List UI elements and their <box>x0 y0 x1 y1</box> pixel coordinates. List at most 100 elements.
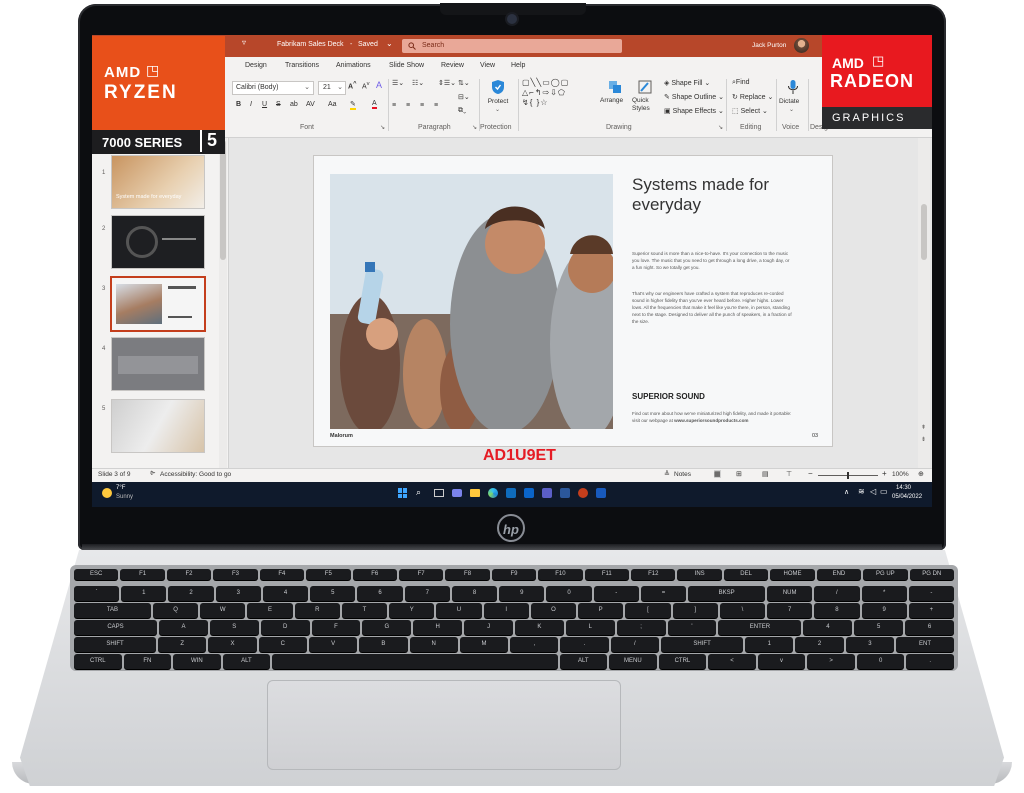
align-left-icon[interactable]: ≡ <box>392 102 396 109</box>
slide-title[interactable]: Systems made for everyday <box>632 175 792 215</box>
numbering-icon[interactable]: ☷⌄ <box>412 79 424 87</box>
avatar[interactable] <box>794 38 809 53</box>
tab-slide-show[interactable]: Slide Show <box>389 57 424 75</box>
accessibility-icon[interactable]: ⌱ <box>150 470 155 478</box>
font-name-select[interactable]: Calibri (Body) ⌄ <box>232 81 314 95</box>
smartart-icon[interactable]: ⧉⌄ <box>458 107 466 115</box>
key[interactable]: 1 <box>121 586 167 601</box>
key[interactable]: T <box>341 603 388 618</box>
tab-animations[interactable]: Animations <box>336 57 371 75</box>
key[interactable]: SHIFT <box>74 637 157 652</box>
key[interactable]: MENU <box>609 654 657 669</box>
teams-chat-icon[interactable] <box>452 489 462 497</box>
battery-icon[interactable]: ▭ <box>880 487 888 496</box>
store-icon[interactable] <box>506 488 516 498</box>
replace-button[interactable]: ↻ Replace ⌄ <box>732 93 773 101</box>
dictate-button[interactable]: Dictate ⌄ <box>779 77 806 117</box>
sun-icon[interactable] <box>102 488 112 498</box>
save-status-chevron-icon[interactable]: ⌄ <box>386 39 393 48</box>
font-dialog-launcher-icon[interactable]: ↘ <box>380 124 385 131</box>
shrink-font-icon[interactable]: Av <box>362 81 370 90</box>
key[interactable]: N <box>409 637 458 652</box>
key[interactable]: 9 <box>499 586 545 601</box>
zoom-slider-thumb[interactable] <box>847 472 849 479</box>
key[interactable]: CTRL <box>74 654 122 669</box>
reading-view-icon[interactable]: ▤ <box>762 470 769 478</box>
thumb-scrollbar[interactable] <box>219 138 227 468</box>
key[interactable]: F2 <box>166 569 212 580</box>
shape-outline-button[interactable]: ✎ Shape Outline ⌄ <box>664 93 724 101</box>
accessibility-status[interactable]: Accessibility: Good to go <box>160 471 231 478</box>
key[interactable]: 5 <box>310 586 356 601</box>
key[interactable]: 3 <box>215 586 261 601</box>
slide-thumbnail-4[interactable] <box>112 338 204 390</box>
key[interactable]: W <box>200 603 246 618</box>
key[interactable]: HOME <box>770 569 815 580</box>
key[interactable]: P <box>578 603 624 618</box>
key[interactable]: ; <box>616 620 666 635</box>
slide-thumbnail-2[interactable] <box>112 216 204 268</box>
taskbar-search-icon[interactable]: ⌕ <box>416 487 421 498</box>
next-slide-icon[interactable]: ⇟ <box>921 436 926 443</box>
notes-icon[interactable]: ≜ <box>664 470 670 478</box>
highlight-icon[interactable]: ✎ <box>350 100 356 110</box>
slide-thumbnail-1[interactable]: System made for everyday <box>112 156 204 208</box>
align-center-icon[interactable]: ≡ <box>406 102 410 109</box>
key[interactable]: [ <box>625 603 671 618</box>
key[interactable]: F1 <box>120 569 165 580</box>
shapes-gallery[interactable]: ▢╲╲▭◯▢ △⌐↰⇨⇩⬠ ↯{ }☆ <box>522 78 600 118</box>
user-name[interactable]: Jack Purton <box>752 42 786 49</box>
key[interactable]: H <box>413 620 463 635</box>
key[interactable]: ] <box>672 603 718 618</box>
weather-desc[interactable]: Sunny <box>116 494 133 500</box>
wifi-icon[interactable]: ≋ <box>858 487 865 496</box>
key[interactable]: M <box>459 637 509 652</box>
normal-view-icon[interactable]: ▦ <box>714 470 721 478</box>
thumb-scrollbar-handle[interactable] <box>220 140 226 260</box>
tab-help[interactable]: Help <box>511 57 525 75</box>
key[interactable]: 5 <box>854 620 904 635</box>
zoom-level[interactable]: 100% <box>892 471 909 478</box>
editor-scrollbar[interactable]: ⇞ ⇟ <box>918 138 930 468</box>
key[interactable]: 8 <box>451 586 498 601</box>
zoom-slider[interactable] <box>818 472 878 479</box>
weather-temp[interactable]: 7°F <box>116 485 125 491</box>
key[interactable]: D <box>260 620 310 635</box>
slideshow-view-icon[interactable]: ⊤ <box>786 470 792 478</box>
text-direction-icon[interactable]: ⇅⌄ <box>458 79 470 87</box>
edge-browser-icon[interactable] <box>488 488 498 498</box>
key[interactable]: F4 <box>259 569 305 580</box>
find-button[interactable]: ⌕Find <box>732 79 750 87</box>
key[interactable]: . <box>560 637 609 652</box>
key[interactable]: F8 <box>445 569 490 580</box>
windows-start-icon[interactable] <box>398 488 408 498</box>
key[interactable]: ` <box>74 586 120 601</box>
touchpad[interactable] <box>267 680 621 770</box>
clock-time[interactable]: 14:30 <box>896 485 911 491</box>
align-text-icon[interactable]: ⊟⌄ <box>458 93 470 101</box>
key[interactable]: F <box>311 620 361 635</box>
font-size-select[interactable]: 21 ⌄ <box>318 81 346 95</box>
key[interactable]: - <box>908 586 954 601</box>
key[interactable]: , <box>510 637 559 652</box>
key[interactable]: Y <box>389 603 435 618</box>
font-color-icon[interactable]: A <box>372 100 377 109</box>
key[interactable]: ENT <box>896 637 954 652</box>
slide-thumbnail-3[interactable] <box>112 278 204 330</box>
key[interactable]: 4 <box>803 620 853 635</box>
outlook-icon[interactable] <box>524 488 534 498</box>
tab-review[interactable]: Review <box>441 57 464 75</box>
key[interactable]: * <box>861 586 907 601</box>
grow-font-icon[interactable]: A^ <box>348 81 356 90</box>
key[interactable]: Q <box>152 603 199 618</box>
key[interactable]: B <box>359 637 408 652</box>
key[interactable]: K <box>515 620 564 635</box>
key[interactable]: F10 <box>538 569 583 580</box>
word-alt-icon[interactable] <box>596 488 606 498</box>
slide-url[interactable]: www.superiorsoundproducts.com <box>674 418 748 423</box>
key[interactable]: 0 <box>856 654 905 669</box>
italic-icon[interactable]: I <box>250 101 252 108</box>
key[interactable]: BKSP <box>688 586 766 601</box>
powerpoint-icon[interactable] <box>578 488 588 498</box>
underline-icon[interactable]: U <box>262 101 267 108</box>
